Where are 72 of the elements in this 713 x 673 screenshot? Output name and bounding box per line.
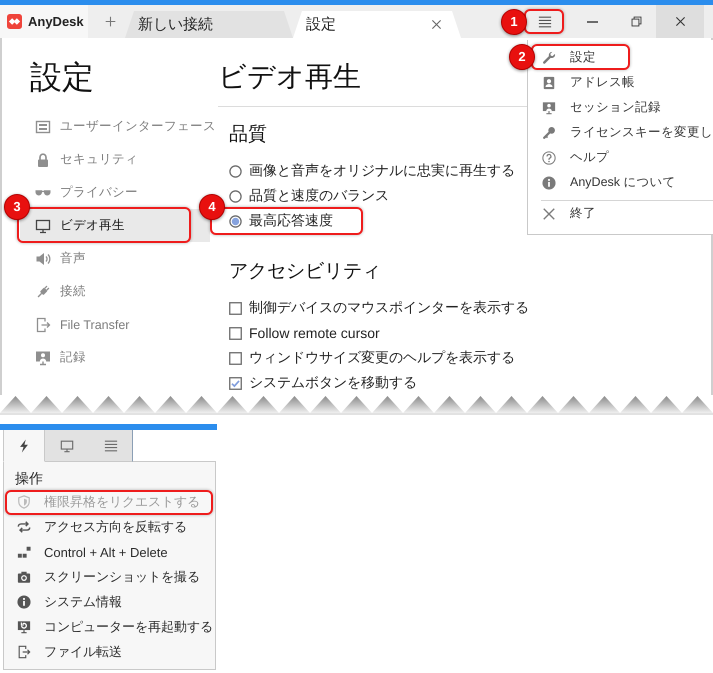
info-icon	[17, 595, 31, 609]
step-badge: 1	[501, 9, 527, 35]
wrench-icon	[542, 50, 556, 64]
menu-icon	[538, 14, 552, 28]
menu-item[interactable]: AnyDesk について	[540, 173, 678, 192]
menu-icon	[104, 438, 118, 452]
menu-item[interactable]: ライセンスキーを変更し	[540, 123, 713, 142]
panel-tab[interactable]	[89, 430, 133, 462]
close-icon	[674, 16, 686, 27]
window-icon	[35, 118, 51, 134]
app-logo-icon	[7, 14, 22, 29]
file-export-icon	[35, 316, 51, 332]
monitor-person-icon	[35, 350, 51, 366]
panel-tab[interactable]	[3, 430, 45, 462]
lightning-icon	[17, 438, 31, 452]
tab[interactable]: 設定	[293, 11, 461, 38]
minimize-icon	[586, 20, 598, 22]
monitor-person-icon	[542, 100, 556, 114]
section-heading: アクセシビリティ	[229, 260, 381, 284]
section-title: 操作	[15, 469, 43, 487]
nav-item[interactable]: 記録	[20, 341, 210, 374]
menu-item[interactable]: ヘルプ	[540, 148, 612, 167]
app-name: AnyDesk	[28, 14, 84, 29]
radio-option[interactable]: 品質と速度のバランス	[229, 186, 389, 206]
close-icon	[542, 206, 556, 220]
monitor-icon	[60, 438, 74, 452]
step-badge: 3	[4, 194, 30, 220]
action-item[interactable]: システム情報	[4, 592, 215, 612]
swap-arrows-icon	[17, 520, 31, 534]
checkbox-option[interactable]: システムボタンを移動する	[229, 373, 417, 393]
nav-item[interactable]: 音声	[20, 242, 210, 275]
contact-card-icon	[542, 76, 556, 90]
action-item[interactable]: Control + Alt + Delete	[4, 542, 215, 562]
nav-item[interactable]: セキュリティ	[20, 143, 210, 176]
plus-icon	[104, 16, 116, 27]
lock-icon	[35, 152, 51, 168]
key-icon	[542, 126, 556, 140]
action-item[interactable]: スクリーンショットを撮る	[4, 567, 215, 587]
radio-option[interactable]: 最高応答速度	[229, 211, 333, 231]
settings-title: 設定	[30, 58, 94, 96]
monitor-restart-icon	[17, 620, 31, 634]
step-badge: 4	[199, 194, 225, 220]
menu-item[interactable]: 設定	[540, 48, 599, 67]
nav-item[interactable]: 接続	[20, 275, 210, 308]
tab[interactable]: 新しい接続	[125, 11, 293, 38]
nav-item[interactable]: ビデオ再生	[20, 209, 210, 242]
action-item[interactable]: アクセス方向を反転する	[4, 517, 215, 537]
close-icon	[431, 19, 442, 30]
section-heading: 品質	[229, 123, 267, 147]
info-icon	[542, 176, 556, 190]
squares-icon	[17, 545, 31, 559]
file-export-icon	[17, 645, 31, 659]
nav-item[interactable]: File Transfer	[20, 308, 210, 341]
shield-icon	[17, 495, 31, 509]
help-icon	[542, 150, 556, 164]
radio-option[interactable]: 画像と音声をオリジナルに忠実に再生する	[229, 161, 515, 181]
menu-item[interactable]: セッション記録	[540, 98, 664, 117]
plug-icon	[35, 284, 51, 300]
checkbox-option[interactable]: ウィンドウサイズ変更のヘルプを表示する	[229, 348, 515, 368]
speaker-icon	[35, 250, 51, 266]
sunglasses-icon	[35, 190, 51, 196]
monitor-icon	[35, 218, 51, 234]
menu-item[interactable]: 終了	[540, 204, 599, 223]
menu-item[interactable]: アドレス帳	[540, 73, 638, 92]
checkbox-option[interactable]: 制御デバイスのマウスポインターを表示する	[229, 298, 529, 318]
panel-tab[interactable]	[45, 430, 89, 462]
camera-icon	[17, 570, 31, 584]
restore-icon	[630, 16, 642, 27]
action-item[interactable]: ファイル転送	[4, 642, 215, 662]
page-title: ビデオ再生	[218, 60, 361, 94]
action-item[interactable]: コンピューターを再起動する	[4, 617, 215, 637]
checkbox-option[interactable]: Follow remote cursor	[229, 323, 380, 343]
